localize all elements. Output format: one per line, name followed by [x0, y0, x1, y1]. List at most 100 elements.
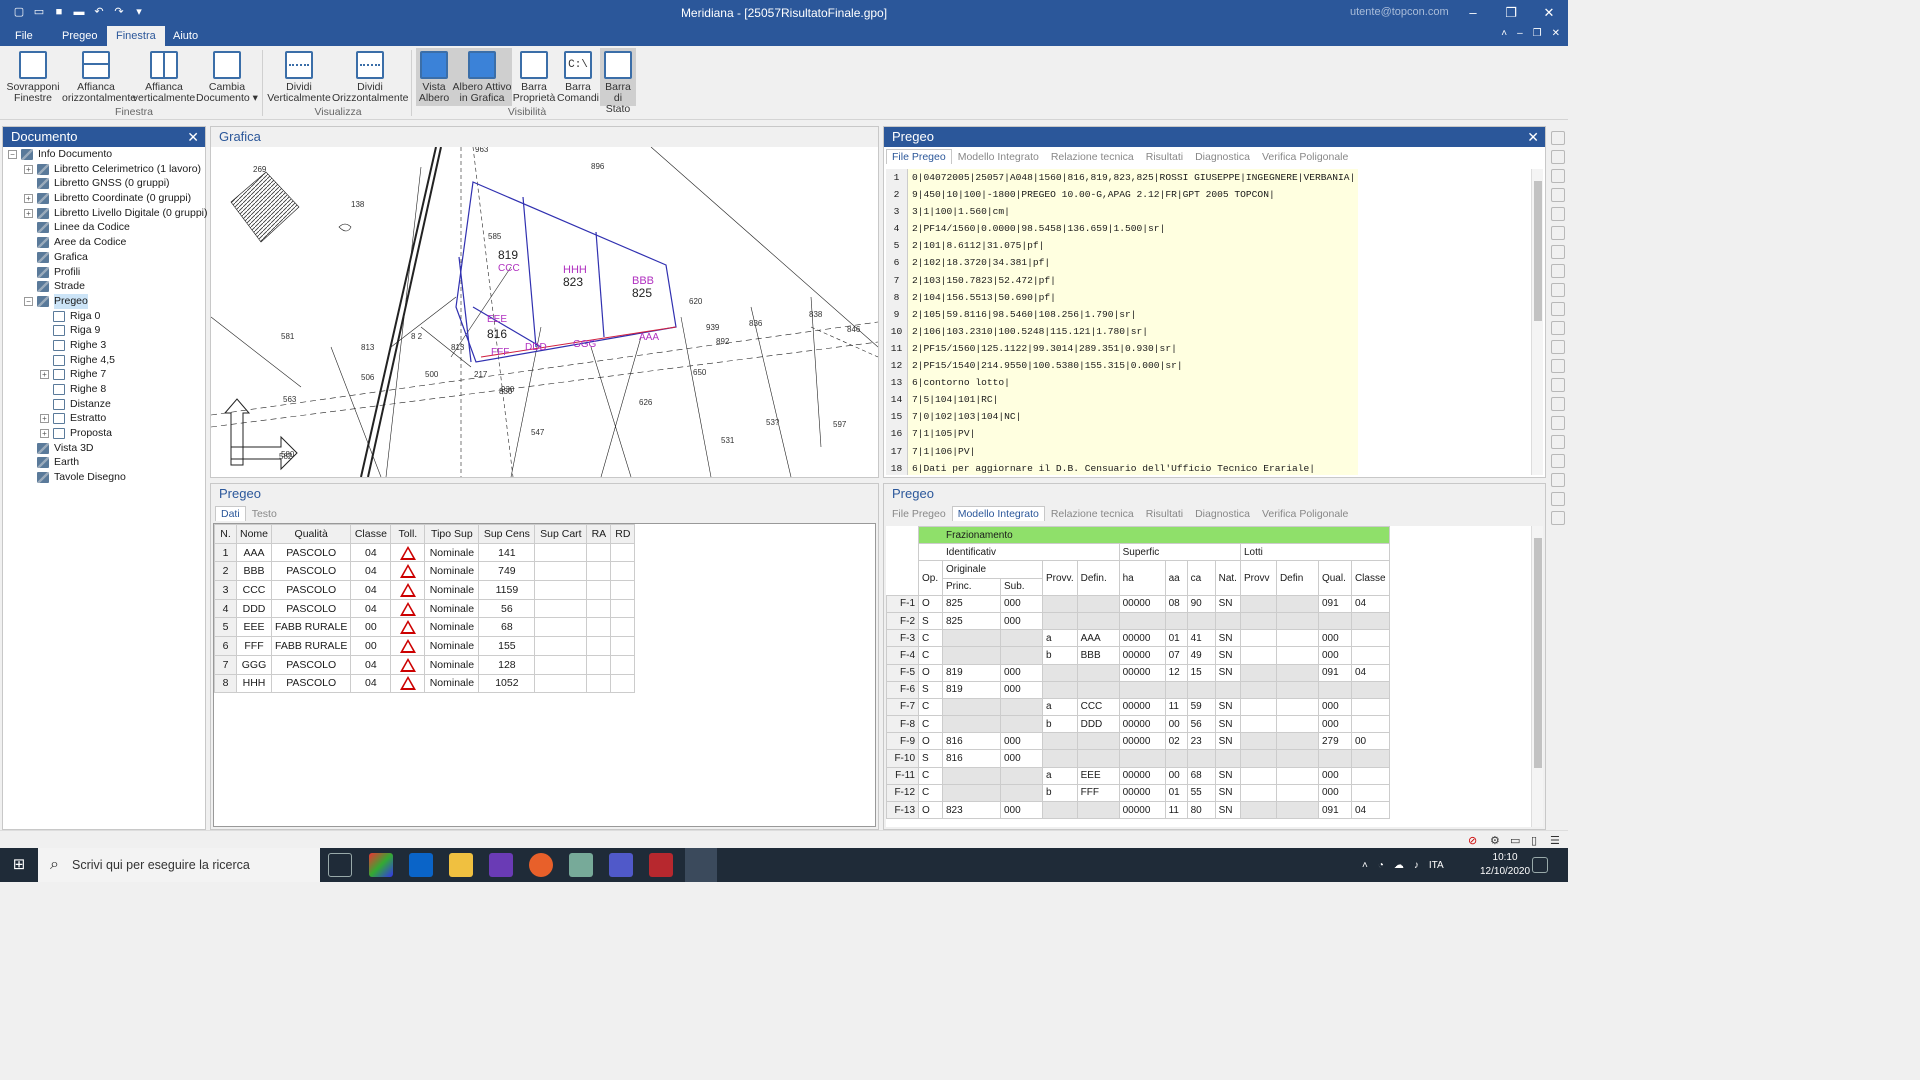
cell-qual[interactable] [1317, 749, 1352, 768]
cell-qual[interactable]: 000 [1317, 646, 1352, 665]
table-row[interactable]: 3 CCC PASCOLO 04 Nominale 1159 [214, 580, 636, 600]
cell-aa[interactable]: 01 [1164, 783, 1188, 803]
table-row[interactable]: 6 FFF FABB RURALE 00 Nominale 155 [214, 636, 636, 656]
tab-risultati[interactable]: Risultati [1140, 506, 1189, 521]
close-icon[interactable]: ✕ [1527, 127, 1539, 147]
table-row[interactable]: 5 EEE FABB RURALE 00 Nominale 68 [214, 617, 636, 638]
cell-qual[interactable] [1317, 611, 1352, 631]
empty-cell[interactable] [534, 654, 588, 675]
tab-dati[interactable]: Dati [215, 506, 246, 521]
tab-file[interactable]: File [6, 26, 42, 46]
cell-ha[interactable]: 00000 [1118, 732, 1166, 751]
cell-ca[interactable]: 55 [1186, 783, 1216, 803]
code-line[interactable]: 14 7|5|104|101|RC| [886, 391, 1531, 409]
cell-princ[interactable]: 819 [942, 663, 1001, 682]
column-header[interactable]: Classe [350, 524, 392, 544]
empty-cell[interactable] [534, 542, 588, 563]
cell-ha[interactable]: 00000 [1118, 800, 1166, 820]
column-header[interactable]: N. [214, 524, 237, 544]
cell-ca[interactable]: 56 [1186, 715, 1216, 734]
expand-icon[interactable]: + [40, 370, 49, 380]
tree-item[interactable]: + Libretto Celerimetrico (1 lavoro) [3, 162, 205, 177]
tab-relazione-tecnica[interactable]: Relazione tecnica [1045, 506, 1140, 521]
cell-provv[interactable] [1042, 800, 1078, 820]
zoom-in-icon[interactable] [1551, 150, 1565, 164]
cell-princ[interactable] [942, 783, 1001, 803]
lotti-cell[interactable] [1275, 800, 1319, 820]
table-row[interactable]: F-9 O 816 000 00000 02 23 SN 279 00 [886, 732, 1390, 751]
cell-princ[interactable] [942, 629, 1001, 648]
polyline-icon[interactable] [1551, 340, 1565, 354]
tree-item[interactable]: Earth [3, 455, 205, 470]
xyz-icon[interactable] [1551, 454, 1565, 468]
empty-cell[interactable] [534, 617, 588, 638]
table-row[interactable]: F-12 Cb FFF 00000 01 55 SN 000 [886, 783, 1390, 803]
lotti-cell[interactable] [1239, 611, 1277, 631]
cell-classe[interactable]: 00 [1350, 732, 1390, 751]
network-icon[interactable]: ◔ [1378, 860, 1384, 871]
cell-provv[interactable] [1042, 663, 1078, 682]
cell-princ[interactable] [942, 697, 1001, 717]
table-row[interactable]: F-4 Cb BBB 00000 07 49 SN 000 [886, 646, 1390, 665]
cell-ha[interactable] [1118, 749, 1166, 768]
tree-item[interactable]: + Proposta [3, 426, 205, 441]
cell-op[interactable]: O [918, 663, 943, 682]
cell-defin[interactable]: DDD [1076, 715, 1120, 734]
cell-qual[interactable]: 000 [1317, 629, 1352, 648]
cell-princ[interactable]: 825 [942, 611, 1001, 631]
collapse-ribbon-icon[interactable]: ˄ [1501, 28, 1507, 39]
cell-classe[interactable] [1350, 680, 1390, 699]
lotti-cell[interactable] [1275, 783, 1319, 803]
empty-cell[interactable] [610, 542, 636, 563]
notifications-icon[interactable] [1532, 857, 1548, 873]
row-id[interactable]: F-12 [886, 783, 919, 803]
cell-ca[interactable] [1186, 611, 1216, 631]
cell-tipo[interactable]: Nominale [424, 654, 480, 675]
teams-icon[interactable] [609, 853, 633, 877]
row-id[interactable]: F-2 [886, 611, 919, 631]
cell-op[interactable]: C [918, 766, 943, 785]
cell-qual[interactable]: 279 [1317, 732, 1352, 751]
row-id[interactable]: F-11 [886, 766, 919, 785]
cell-nat[interactable]: SN [1214, 663, 1241, 682]
row-id[interactable]: F-6 [886, 680, 919, 699]
clock[interactable]: 10:10 12/10/2020 [1480, 851, 1530, 879]
cell-sub[interactable]: 000 [1000, 749, 1043, 768]
cell-nat[interactable]: SN [1214, 766, 1241, 785]
lotti-cell[interactable] [1239, 749, 1277, 768]
lotti-cell[interactable] [1275, 611, 1319, 631]
table-row[interactable]: 8 HHH PASCOLO 04 Nominale 1052 [214, 673, 636, 694]
cell-tipo[interactable]: Nominale [424, 598, 480, 619]
cell-ha[interactable]: 00000 [1118, 783, 1166, 803]
tab-verifica-poligonale[interactable]: Verifica Poligonale [1256, 149, 1354, 164]
row-id[interactable]: F-5 [886, 663, 919, 682]
cell-tipo[interactable]: Nominale [424, 561, 480, 582]
code-line[interactable]: 6 2|102|18.3720|34.381|pf| [886, 254, 1531, 272]
cell-tipo[interactable]: Nominale [424, 580, 480, 600]
cell-provv[interactable] [1042, 594, 1078, 613]
cell-aa[interactable] [1164, 611, 1188, 631]
add-point-icon[interactable] [1551, 207, 1565, 221]
code-line[interactable]: 18 6|Dati per aggiornare il D.B. Censuari… [886, 459, 1531, 475]
delete-icon[interactable] [1551, 188, 1565, 202]
cell-nome[interactable]: DDD [235, 598, 273, 619]
cell-princ[interactable]: 825 [942, 594, 1001, 613]
cell-op[interactable]: O [918, 732, 943, 751]
lotti-cell[interactable] [1275, 697, 1319, 717]
cell-provv[interactable]: a [1042, 629, 1078, 648]
cell-nat[interactable]: SN [1214, 594, 1241, 613]
tree-item[interactable]: Linee da Codice [3, 220, 205, 235]
code-line[interactable]: 9 2|105|59.8116|98.5460|108.256|1.790|sr| [886, 305, 1531, 323]
cell-op[interactable]: S [918, 611, 943, 631]
zoom-extents-icon[interactable] [1551, 245, 1565, 259]
cell-sub[interactable] [1000, 646, 1043, 665]
cell-sub[interactable] [1000, 766, 1043, 785]
cell-n[interactable]: 3 [214, 580, 237, 600]
app-triangle-icon[interactable] [369, 853, 393, 877]
cell-defin[interactable]: FFF [1076, 783, 1120, 803]
cell-nat[interactable]: SN [1214, 697, 1241, 717]
cell-n[interactable]: 8 [214, 673, 237, 694]
cell-provv[interactable]: b [1042, 715, 1078, 734]
cell-nome[interactable]: AAA [235, 542, 273, 563]
dividi-verticalmente-button[interactable]: Dividi Verticalmente [266, 48, 332, 104]
